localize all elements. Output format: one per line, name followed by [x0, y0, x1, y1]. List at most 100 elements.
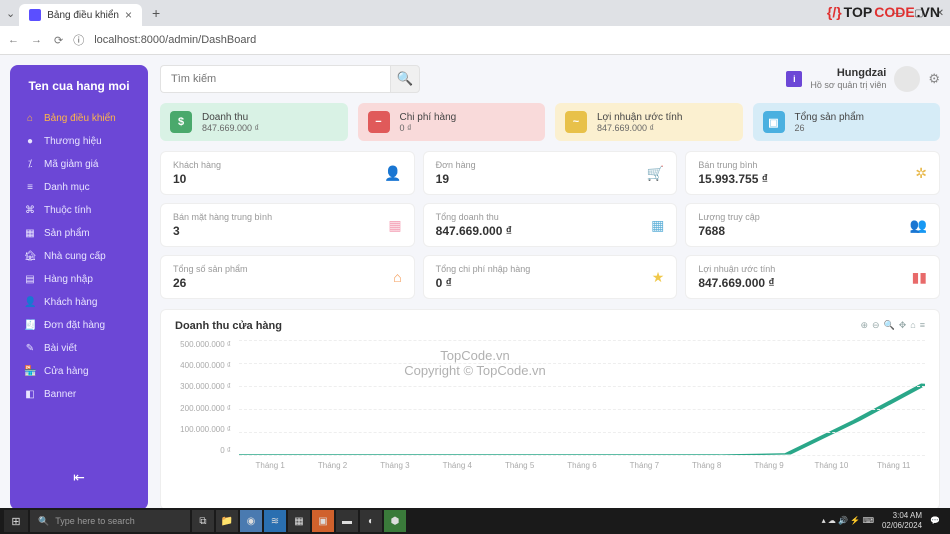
taskview-icon[interactable]: ⧉	[192, 510, 214, 532]
stat-icon: 👥	[910, 217, 927, 234]
zoom-in-icon[interactable]: ⊕	[860, 320, 868, 331]
node-icon[interactable]: ⬢	[384, 510, 406, 532]
nav-label: Thuộc tính	[44, 205, 91, 216]
search-button[interactable]: 🔍	[390, 65, 420, 93]
stat-icon: 🛒	[647, 165, 664, 182]
nav-icon: ◧	[24, 389, 36, 400]
sidebar-item[interactable]: ✎ Bài viết	[10, 337, 148, 360]
tray-icons[interactable]: ▴ ☁ 🔊 ⚡ ⌨	[822, 516, 874, 526]
chart-title: Doanh thu cửa hàng	[175, 320, 925, 332]
clock[interactable]: 3:04 AM 02/06/2024	[882, 511, 922, 530]
sidebar-item[interactable]: ▤Hàng nhập	[10, 268, 148, 291]
new-tab-button[interactable]: +	[146, 5, 166, 21]
sidebar-item[interactable]: 👤Khách hàng	[10, 291, 148, 314]
stat-value: 26	[173, 276, 393, 290]
nav-label: Mã giảm giá	[44, 159, 98, 170]
reload-icon[interactable]: ⟳	[54, 34, 63, 47]
stat-card: Tổng doanh thu 847.669.000 ₫▦	[423, 203, 678, 247]
stat-value: 19	[436, 172, 647, 186]
sidebar-item[interactable]: 🏪Cửa hàng	[10, 360, 148, 383]
app-icon[interactable]: ▦	[288, 510, 310, 532]
stat-icon: ▦	[651, 217, 664, 234]
sidebar-item[interactable]: ⁒ Mã giảm giá	[10, 153, 148, 176]
nav-label: Banner	[44, 389, 76, 400]
stat-label: Lượng truy cập	[698, 212, 909, 222]
nav-icon: ⁒	[24, 159, 36, 170]
chevron-down-icon[interactable]: ⌄	[6, 7, 15, 20]
windows-taskbar: ⊞ 🔍 Type here to search ⧉ 📁 ◉ ≋ ▦ ▣ ▬ ◐ …	[0, 508, 950, 534]
nav-icon: ≡	[24, 182, 36, 193]
notifications-icon[interactable]: 💬	[930, 516, 940, 526]
terminal-icon[interactable]: ▬	[336, 510, 358, 532]
taskbar-search[interactable]: 🔍 Type here to search	[30, 510, 190, 532]
url-field[interactable]: localhost:8000/admin/DashBoard	[94, 34, 942, 46]
summary-tile: ▣Tổng sản phẩm26	[753, 103, 941, 141]
stat-value: 0 ₫	[436, 276, 652, 290]
app-icon[interactable]: 📁	[216, 510, 238, 532]
back-icon[interactable]: ←	[8, 34, 19, 47]
sidebar-item[interactable]: 🧾Đơn đặt hàng	[10, 314, 148, 337]
stat-value: 847.669.000 ₫	[698, 276, 911, 290]
zoom-out-icon[interactable]: ⊖	[872, 320, 880, 331]
tile-value: 847.669.000 ₫	[202, 123, 259, 133]
watermark-logo: {/} TOPCODE.VN	[827, 4, 940, 20]
menu-icon[interactable]: ≡	[920, 320, 925, 331]
tab-title: Bảng điều khiển	[47, 10, 119, 21]
nav-label: Sản phẩm	[44, 228, 90, 239]
nav-icon: 🏚	[24, 251, 36, 262]
app-icon[interactable]: ◐	[360, 510, 382, 532]
stat-label: Bán trung bình	[698, 160, 915, 170]
close-tab-icon[interactable]: ×	[125, 8, 132, 22]
stat-icon: ▮▮	[912, 269, 927, 286]
settings-icon[interactable]: ⚙	[928, 71, 940, 87]
sidebar-item[interactable]: 🏚Nhà cung cấp	[10, 245, 148, 268]
stat-label: Tổng doanh thu	[436, 212, 651, 222]
stat-value: 15.993.755 ₫	[698, 172, 915, 186]
chrome-icon[interactable]: ◉	[240, 510, 262, 532]
sidebar-item[interactable]: ▦Sản phẩm	[10, 222, 148, 245]
forward-icon[interactable]: →	[31, 34, 42, 47]
sidebar-item[interactable]: ≡ Danh mục	[10, 176, 148, 199]
nav-label: Bảng điều khiển	[44, 113, 116, 124]
sidebar-item[interactable]: ◧ Banner	[10, 383, 148, 406]
stat-icon: 👤	[384, 165, 401, 182]
home-icon[interactable]: ⌂	[910, 320, 915, 331]
start-button[interactable]: ⊞	[4, 510, 28, 532]
chart-toolbar[interactable]: ⊕ ⊖ 🔍 ✥ ⌂ ≡	[860, 320, 925, 331]
avatar[interactable]	[894, 66, 920, 92]
sidebar: Ten cua hang moi ⌂Bảng điều khiển●Thương…	[10, 65, 148, 510]
search-box: 🔍	[160, 65, 420, 93]
stat-card: Đơn hàng19🛒	[423, 151, 678, 195]
summary-tile: $Doanh thu847.669.000 ₫	[160, 103, 348, 141]
sidebar-item[interactable]: ⌘ Thuộc tính	[10, 199, 148, 222]
zoom-icon[interactable]: 🔍	[884, 320, 895, 331]
nav-label: Danh mục	[44, 182, 90, 193]
nav-label: Đơn đặt hàng	[44, 320, 105, 331]
browser-tab-bar: ⌄ Bảng điều khiển × + — ▢ ✕	[0, 0, 950, 26]
sidebar-item[interactable]: ⌂Bảng điều khiển	[10, 107, 148, 130]
nav-icon: ✎	[24, 343, 36, 354]
browser-tab[interactable]: Bảng điều khiển ×	[19, 4, 142, 26]
tile-value: 847.669.000 ₫	[597, 123, 682, 133]
tile-icon: −	[368, 111, 390, 133]
favicon-icon	[29, 9, 41, 21]
nav-icon: 👤	[24, 297, 36, 308]
nav-label: Thương hiệu	[44, 136, 102, 147]
search-input[interactable]	[160, 65, 390, 93]
info-badge[interactable]: i	[786, 71, 802, 87]
stat-label: Bán mặt hàng trung bình	[173, 212, 388, 222]
nav-label: Bài viết	[44, 343, 77, 354]
collapse-sidebar-button[interactable]: ⇤	[10, 459, 148, 496]
stat-card: Bán mặt hàng trung bình3▦	[160, 203, 415, 247]
stat-card: Khách hàng10👤	[160, 151, 415, 195]
tile-label: Lợi nhuận ước tính	[597, 112, 682, 123]
nav-icon: ⌘	[24, 205, 36, 216]
app-icon[interactable]: ▣	[312, 510, 334, 532]
sidebar-item[interactable]: ●Thương hiệu	[10, 130, 148, 153]
brand-title: Ten cua hang moi	[10, 79, 148, 93]
nav-label: Cửa hàng	[44, 366, 89, 377]
summary-tile: −Chi phí hàng0 ₫	[358, 103, 546, 141]
stat-value: 847.669.000 ₫	[436, 224, 651, 238]
pan-icon[interactable]: ✥	[899, 320, 907, 331]
vscode-icon[interactable]: ≋	[264, 510, 286, 532]
